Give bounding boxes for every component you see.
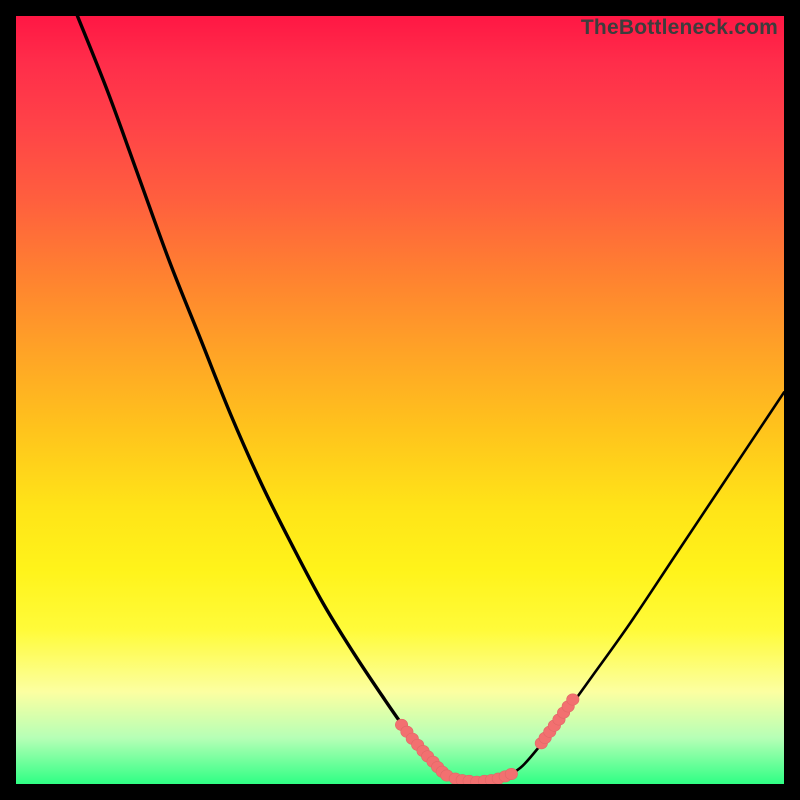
- chart-frame: TheBottleneck.com: [0, 0, 800, 800]
- markers-left-cluster: [395, 719, 453, 781]
- curve-left: [77, 16, 442, 774]
- curve-right: [511, 392, 784, 774]
- markers-center-cluster: [449, 768, 517, 784]
- chart-svg: [16, 16, 784, 784]
- markers-right-cluster: [535, 694, 579, 749]
- data-marker: [567, 694, 579, 705]
- curve-group: [77, 16, 784, 781]
- plot-area: TheBottleneck.com: [16, 16, 784, 784]
- data-marker: [505, 768, 517, 779]
